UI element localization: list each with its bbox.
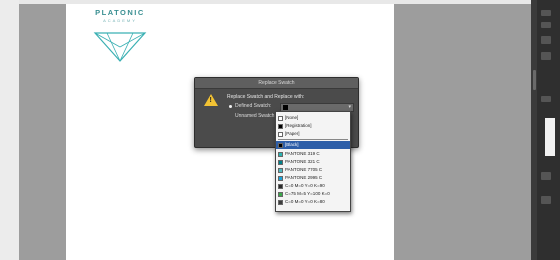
chevron-down-icon: ▾ [348, 104, 351, 110]
logo-tagline: ACADEMY [103, 18, 137, 23]
dialog-message: Replace Swatch and Replace with: [227, 94, 305, 100]
swatch-dropdown-list[interactable]: [None] [Registration] [Paper] [Black] PA… [275, 111, 351, 212]
swatch-chip [278, 191, 283, 197]
swatch-chip [278, 183, 283, 189]
panel-button[interactable] [541, 52, 551, 60]
dropdown-separator [278, 139, 348, 140]
swatch-chip [278, 131, 283, 137]
panel-divider [531, 0, 537, 260]
dropdown-item[interactable]: C=0 M=0 Y=0 K=90 [276, 182, 350, 190]
panel-button[interactable] [541, 172, 551, 180]
dropdown-item[interactable]: PANTONE 319 C [276, 150, 350, 158]
logo-name: PLATONIC [95, 8, 145, 17]
defined-swatch-radio[interactable] [229, 105, 232, 108]
panel-button[interactable] [541, 196, 551, 204]
warning-icon: ! [204, 94, 218, 106]
panel-button[interactable] [541, 22, 551, 28]
panel-button[interactable] [541, 96, 551, 102]
unnamed-swatch-label: Unnamed Swatch: [235, 113, 276, 119]
logo-mark-icon [93, 32, 147, 62]
swatch-chip [278, 123, 283, 129]
panel-button[interactable] [541, 36, 551, 44]
dropdown-item[interactable]: C=0 M=0 Y=0 K=80 [276, 198, 350, 206]
panel-scroll-handle[interactable] [533, 70, 536, 90]
swatch-chip [278, 151, 283, 157]
defined-swatch-label: Defined Swatch: [235, 103, 272, 109]
dropdown-item[interactable]: [Registration] [276, 122, 350, 130]
swatch-chip [278, 167, 283, 173]
selected-swatch-color [283, 105, 288, 110]
panel-preview [545, 118, 555, 156]
window-left-margin [0, 0, 19, 260]
screen: PLATONIC ACADEMY Replace Swatch ! Replac… [0, 0, 560, 260]
dropdown-item[interactable]: PANTONE 2995 C [276, 174, 350, 182]
dialog-title: Replace Swatch [195, 78, 358, 89]
dropdown-item[interactable]: [None] [276, 114, 350, 122]
swatch-chip [278, 115, 283, 121]
dropdown-item[interactable]: C=75 M=5 Y=100 K=0 [276, 190, 350, 198]
swatch-chip [278, 159, 283, 165]
swatch-chip [278, 199, 283, 205]
dropdown-item[interactable]: [Paper] [276, 130, 350, 138]
dropdown-item-selected[interactable]: [Black] [276, 141, 350, 149]
swatch-chip [278, 175, 283, 181]
platonic-logo: PLATONIC ACADEMY [89, 8, 151, 66]
dropdown-item[interactable]: PANTONE 7705 C [276, 166, 350, 174]
swatch-chip [278, 142, 283, 148]
dropdown-item[interactable]: PANTONE 321 C [276, 158, 350, 166]
panel-button[interactable] [541, 10, 551, 16]
